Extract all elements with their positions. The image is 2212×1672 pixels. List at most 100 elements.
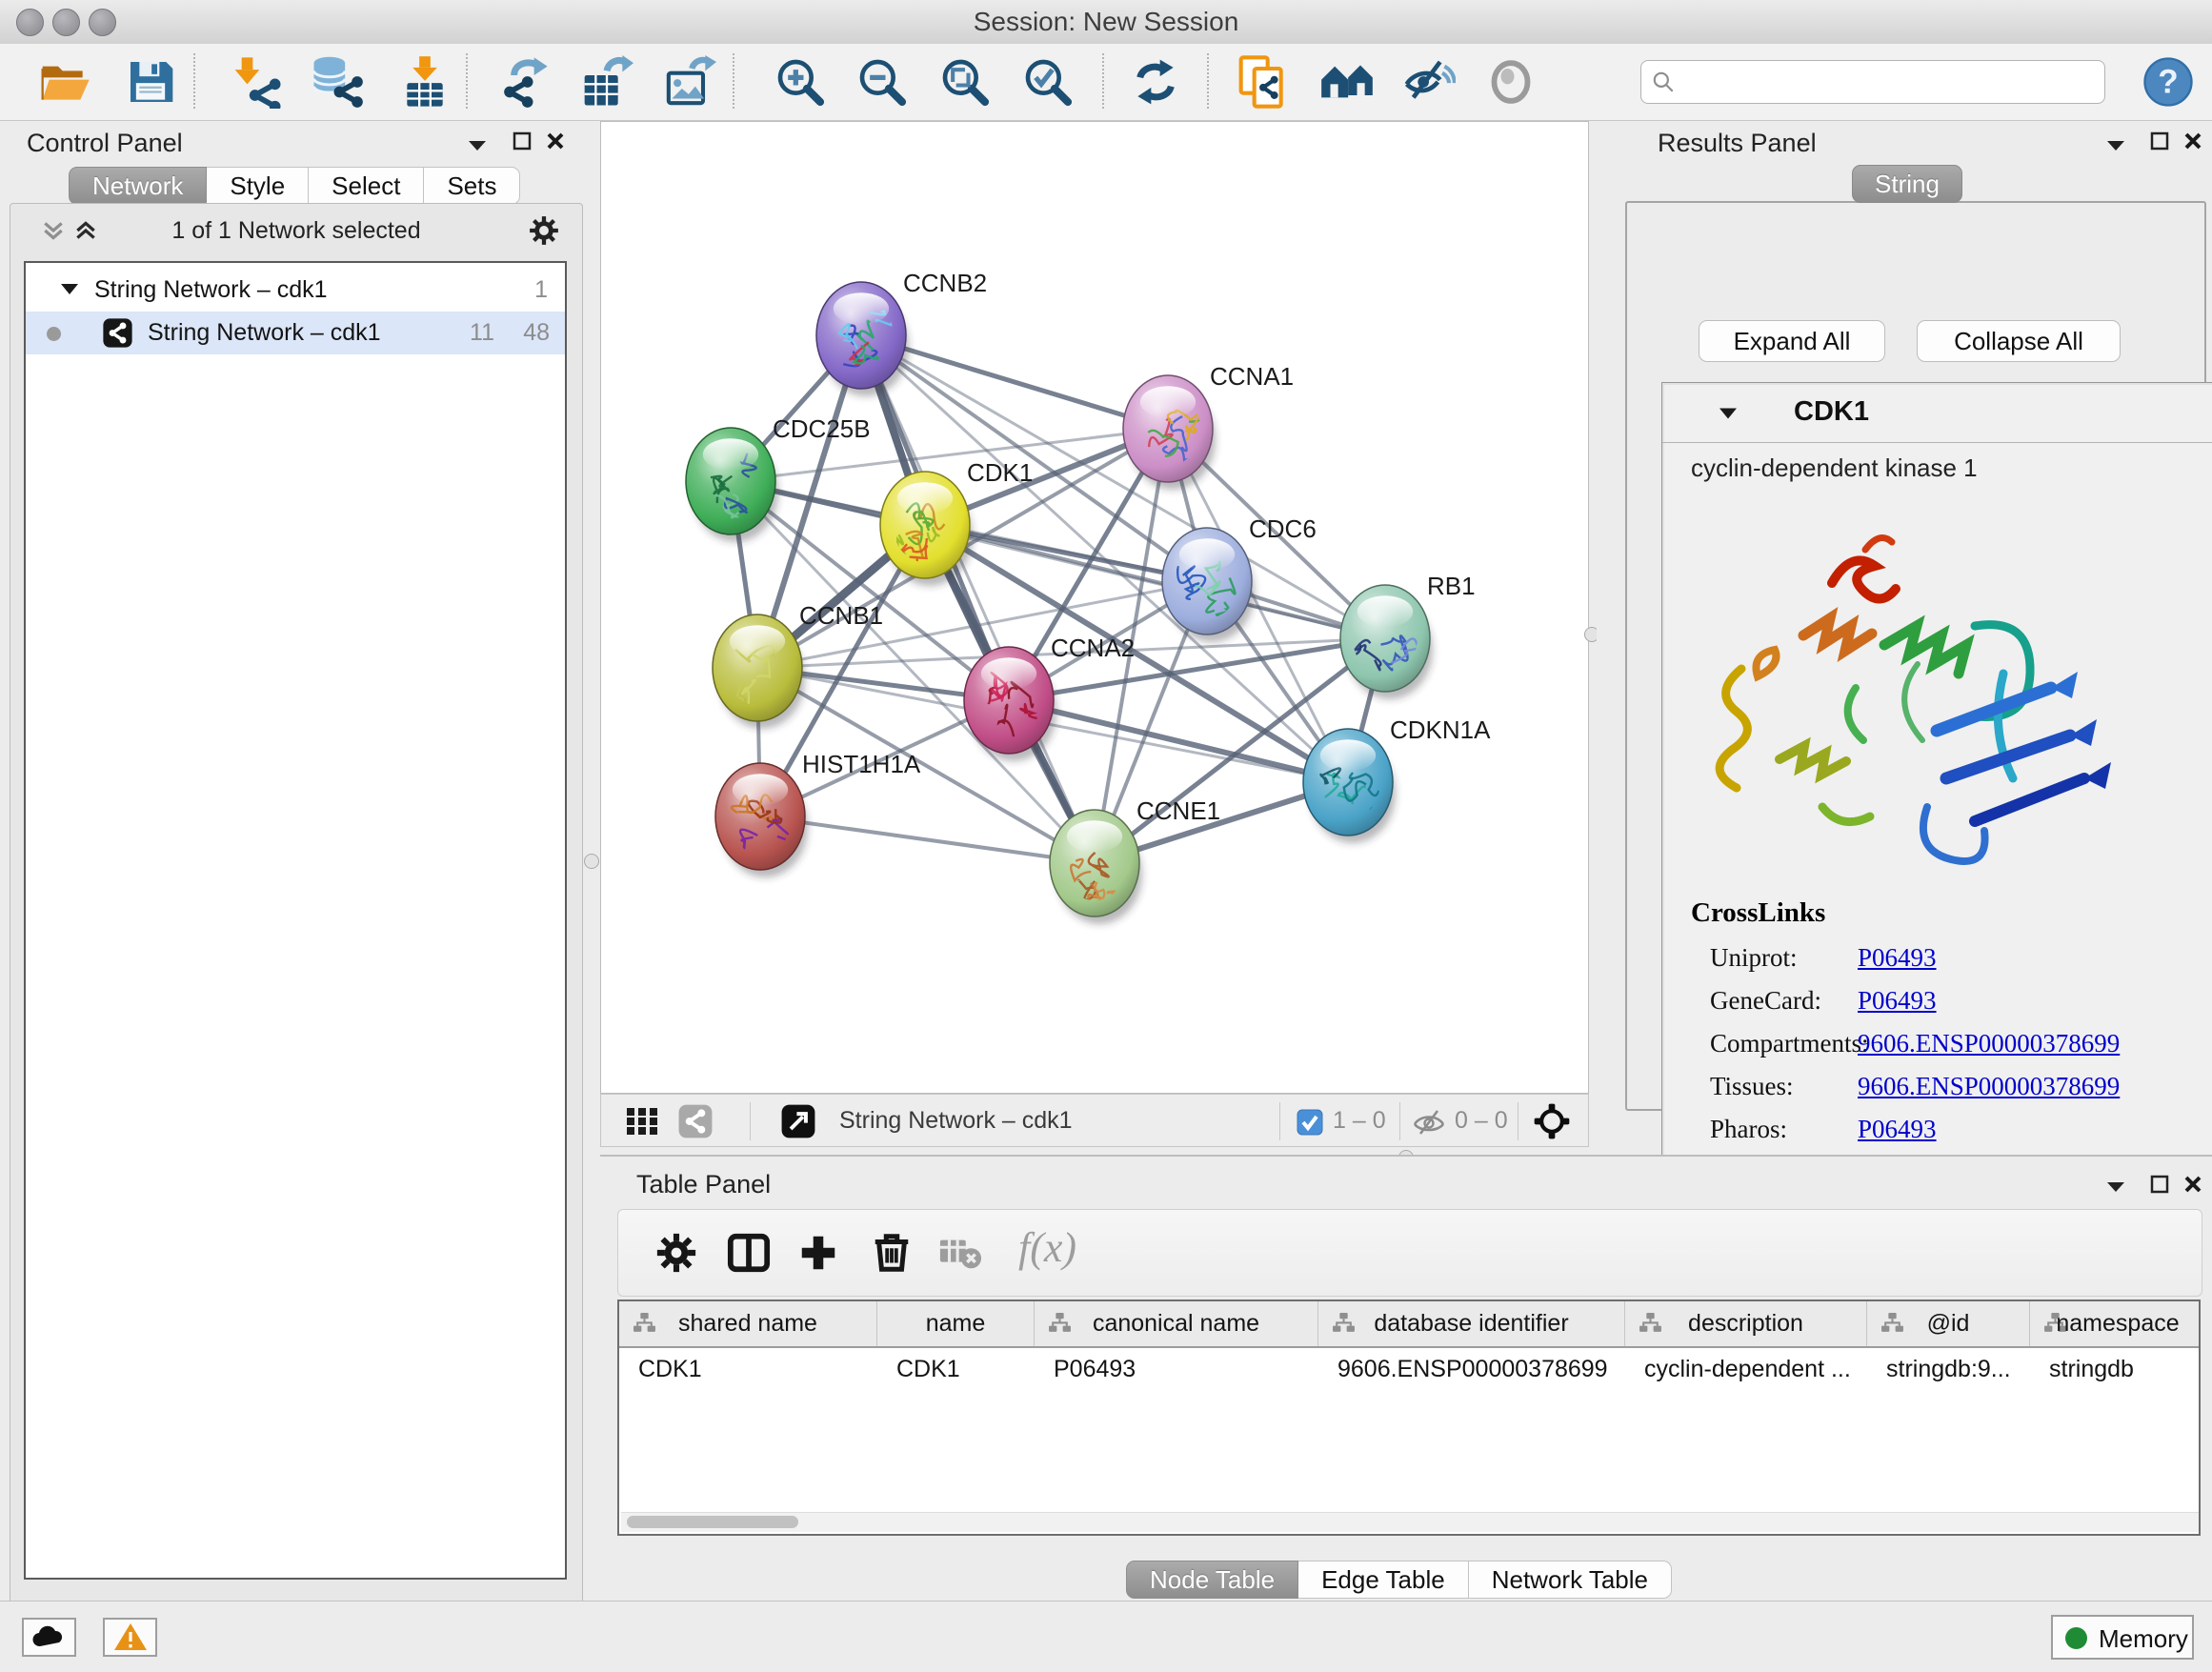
network-edge[interactable] <box>861 335 1095 863</box>
export-table-icon[interactable] <box>580 55 633 109</box>
help-icon[interactable]: ? <box>2142 55 2195 109</box>
save-session-icon[interactable] <box>124 55 177 109</box>
table-cell-description[interactable]: cyclin-dependent ... <box>1625 1346 1867 1392</box>
network-node-CCNB1[interactable] <box>713 614 805 729</box>
column-header-namespace[interactable]: namespace <box>2030 1301 2201 1346</box>
expand-all-button[interactable]: Expand All <box>1699 320 1885 362</box>
network-node-CDC25B[interactable] <box>686 428 778 542</box>
column-header-description[interactable]: description <box>1625 1301 1867 1346</box>
network-node-CDKN1A[interactable] <box>1303 729 1396 843</box>
column-header-canonical-name[interactable]: canonical name <box>1035 1301 1318 1346</box>
crosslink-link[interactable]: P06493 <box>1858 943 1937 973</box>
table-options-gear-icon[interactable] <box>654 1231 698 1275</box>
tab-network-table[interactable]: Network Table <box>1469 1561 1672 1599</box>
protein-name: CDK1 <box>1794 396 1869 428</box>
delete-column-trash-icon[interactable] <box>870 1231 914 1275</box>
network-node-RB1[interactable] <box>1340 585 1433 702</box>
network-node-CDK1[interactable] <box>880 472 973 586</box>
crosslink-label: Tissues: <box>1710 1072 1794 1101</box>
network-row-selected[interactable]: String Network – cdk1 11 48 <box>26 312 565 354</box>
column-header-database-identifier[interactable]: database identifier <box>1318 1301 1625 1346</box>
refresh-view-icon[interactable] <box>1129 55 1182 109</box>
memory-label: Memory <box>2099 1624 2188 1654</box>
import-table-icon[interactable] <box>398 55 452 109</box>
network-collection-row[interactable]: String Network – cdk1 1 <box>26 269 565 312</box>
scrollbar-thumb[interactable] <box>627 1516 798 1528</box>
crosslink-link[interactable]: 9606.ENSP00000378699 <box>1858 1029 2120 1058</box>
panel-menu-icon[interactable] <box>2105 138 2126 151</box>
collapse-all-button[interactable]: Collapse All <box>1917 320 2121 362</box>
export-image-icon[interactable] <box>663 55 716 109</box>
zoom-out-icon[interactable] <box>855 55 909 109</box>
warning-status-button[interactable] <box>103 1618 157 1657</box>
grid-view-icon[interactable] <box>626 1107 658 1136</box>
table-horizontal-scrollbar[interactable] <box>621 1512 2199 1532</box>
zoom-fit-icon[interactable] <box>938 55 992 109</box>
column-header-shared-name[interactable]: shared name <box>619 1301 877 1346</box>
tab-string[interactable]: String <box>1852 165 1962 203</box>
fit-selected-target-icon[interactable] <box>1533 1102 1571 1140</box>
panel-menu-icon[interactable] <box>467 138 488 151</box>
add-column-icon[interactable] <box>796 1231 840 1275</box>
show-hidden-eye-icon[interactable] <box>1484 55 1538 109</box>
network-node-CCNE1[interactable] <box>1050 810 1142 924</box>
crosslink-link[interactable]: P06493 <box>1858 986 1937 1016</box>
network-tab-content: 1 of 1 Network selected String Network –… <box>10 203 583 1626</box>
panel-close-icon[interactable] <box>2182 131 2203 151</box>
open-session-icon[interactable] <box>38 55 91 109</box>
table-cell-name[interactable]: CDK1 <box>877 1346 1035 1392</box>
left-splitter-handle[interactable] <box>584 854 599 869</box>
crosslink-link[interactable]: 9606.ENSP00000378699 <box>1858 1072 2120 1101</box>
cloud-status-button[interactable] <box>22 1618 76 1657</box>
home-views-icon[interactable] <box>1320 55 1374 109</box>
birds-eye-view-icon[interactable] <box>780 1103 816 1139</box>
search-field[interactable] <box>1683 63 2097 99</box>
panel-close-icon[interactable] <box>2182 1174 2203 1195</box>
table-cell-database-identifier[interactable]: 9606.ENSP00000378699 <box>1318 1346 1625 1392</box>
table-cell-shared-name[interactable]: CDK1 <box>619 1346 877 1392</box>
network-node-CCNA2[interactable] <box>964 647 1056 761</box>
network-view-canvas[interactable]: CCNB2CCNA1CDC25BCDK1CDC6RB1CCNB1CCNA2CDK… <box>600 121 1589 1094</box>
tab-select[interactable]: Select <box>309 167 424 205</box>
column-header-name[interactable]: name <box>877 1301 1035 1346</box>
network-edge[interactable] <box>760 816 1095 863</box>
show-columns-icon[interactable] <box>727 1231 771 1275</box>
network-node-HIST1H1A[interactable] <box>715 763 808 877</box>
network-node-CCNA1[interactable] <box>1123 375 1216 490</box>
panel-float-icon[interactable] <box>2149 131 2170 151</box>
tab-node-table[interactable]: Node Table <box>1126 1561 1298 1599</box>
network-options-gear-icon[interactable] <box>528 214 560 247</box>
network-node-CCNB2[interactable] <box>816 282 909 396</box>
tree-expand-icon[interactable] <box>60 282 79 295</box>
tab-sets[interactable]: Sets <box>424 167 520 205</box>
tab-style[interactable]: Style <box>207 167 309 205</box>
import-network-database-icon[interactable] <box>311 55 364 109</box>
memory-button[interactable]: Memory <box>2051 1615 2194 1660</box>
crosslink-label: Uniprot: <box>1710 943 1798 973</box>
table-cell-canonical-name[interactable]: P06493 <box>1035 1346 1318 1392</box>
zoom-in-icon[interactable] <box>774 55 827 109</box>
protein-header[interactable]: CDK1 <box>1662 383 2212 443</box>
table-row[interactable]: CDK1CDK1P064939606.ENSP00000378699cyclin… <box>619 1346 2201 1392</box>
table-cell-namespace[interactable]: stringdb <box>2030 1346 2201 1392</box>
panel-close-icon[interactable] <box>545 131 566 151</box>
panel-float-icon[interactable] <box>512 131 533 151</box>
panel-float-icon[interactable] <box>2149 1174 2170 1195</box>
zoom-selected-icon[interactable] <box>1021 55 1075 109</box>
panel-menu-icon[interactable] <box>2105 1179 2126 1193</box>
network-graph[interactable]: CCNB2CCNA1CDC25BCDK1CDC6RB1CCNB1CCNA2CDK… <box>601 122 1588 1093</box>
duplicate-network-icon[interactable] <box>1237 55 1290 109</box>
table-cell--id[interactable]: stringdb:9... <box>1867 1346 2030 1392</box>
results-panel-title: Results Panel <box>1658 129 1817 158</box>
network-view-mode-icon[interactable] <box>677 1103 714 1139</box>
import-network-file-icon[interactable] <box>231 55 284 109</box>
search-input[interactable] <box>1640 60 2105 104</box>
column-header--id[interactable]: @id <box>1867 1301 2030 1346</box>
crosslink-link[interactable]: P06493 <box>1858 1115 1937 1144</box>
collapse-section-icon[interactable] <box>1718 406 1739 420</box>
selected-checkbox-icon[interactable] <box>1297 1109 1323 1136</box>
tab-edge-table[interactable]: Edge Table <box>1298 1561 1469 1599</box>
hide-panels-eye-icon[interactable] <box>1402 55 1456 109</box>
tab-network[interactable]: Network <box>69 167 207 205</box>
export-network-icon[interactable] <box>496 55 550 109</box>
